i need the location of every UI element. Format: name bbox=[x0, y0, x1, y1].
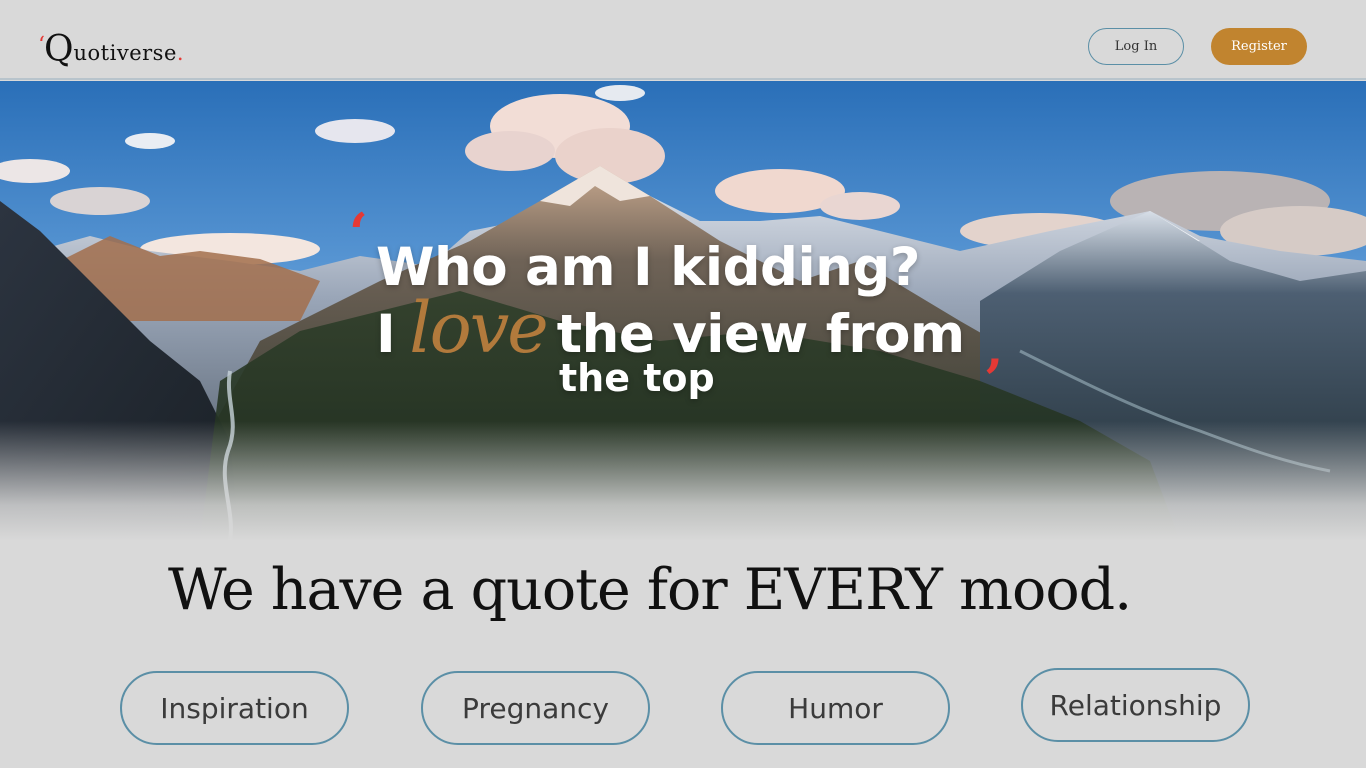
category-inspiration-button[interactable]: Inspiration bbox=[120, 671, 349, 745]
logo-wordmark: uotiverse bbox=[73, 41, 177, 65]
hero-fade-overlay bbox=[0, 421, 1366, 541]
log-in-button[interactable]: Log In bbox=[1088, 28, 1184, 65]
quotiverse-logo[interactable]: ‘ Q uotiverse . bbox=[38, 24, 184, 70]
logo-dot: . bbox=[176, 41, 184, 65]
quote-line-2-prefix: I bbox=[376, 304, 396, 365]
category-humor-button[interactable]: Humor bbox=[721, 671, 950, 745]
logo-letter: ‘ Q bbox=[38, 29, 74, 70]
quote-line-2: Ilove the view from bbox=[376, 287, 965, 369]
quote-script-word: love bbox=[409, 287, 549, 369]
logo-quote-mark: ‘ bbox=[38, 33, 45, 58]
close-quote-mark: ’ bbox=[984, 347, 1003, 411]
logo-initial: Q bbox=[44, 29, 74, 70]
top-navbar: ‘ Q uotiverse . Log In Register bbox=[0, 0, 1366, 80]
register-button[interactable]: Register bbox=[1211, 28, 1307, 65]
quote-line-3: the top bbox=[559, 356, 715, 400]
category-pregnancy-button[interactable]: Pregnancy bbox=[421, 671, 650, 745]
mood-tagline: We have a quote for EVERY mood. bbox=[168, 557, 1132, 623]
category-relationship-button[interactable]: Relationship bbox=[1021, 668, 1250, 742]
open-quote-mark: ‘ bbox=[349, 201, 368, 265]
